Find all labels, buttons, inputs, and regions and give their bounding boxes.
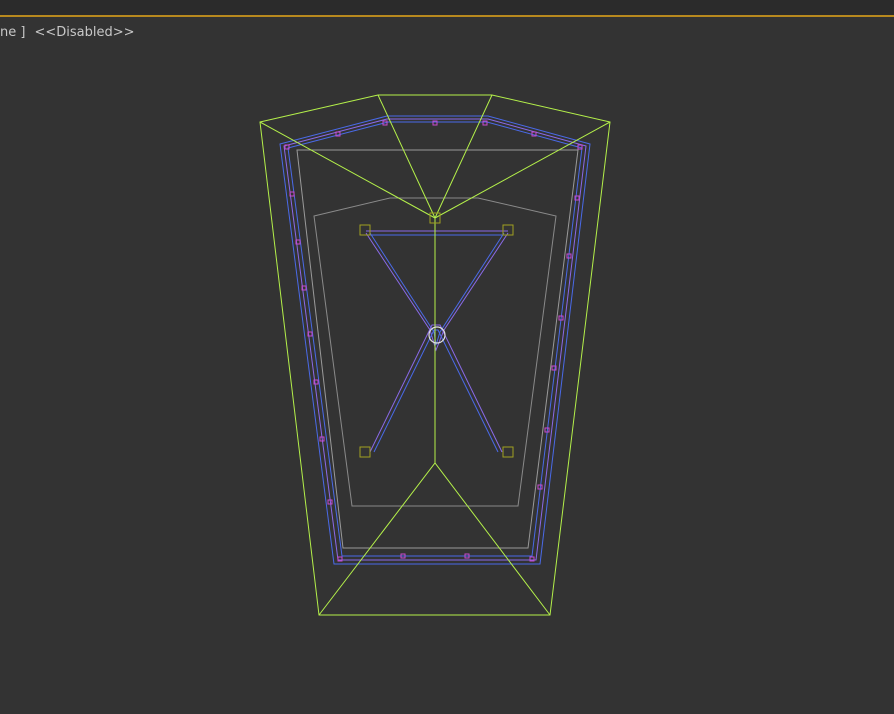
- control-points[interactable]: [359, 212, 514, 458]
- perspective-viewport[interactable]: ne ] <<Disabled>>: [0, 0, 894, 714]
- selection-gizmo[interactable]: [259, 94, 611, 616]
- wireframe-scene[interactable]: [0, 0, 894, 714]
- control-point-icon: [502, 446, 514, 458]
- selection-bottom-edges: [318, 462, 551, 616]
- control-point-icon: [359, 224, 371, 236]
- cross-splines[interactable]: [365, 230, 509, 453]
- control-point-icon: [359, 446, 371, 458]
- selection-top-edges: [259, 121, 611, 219]
